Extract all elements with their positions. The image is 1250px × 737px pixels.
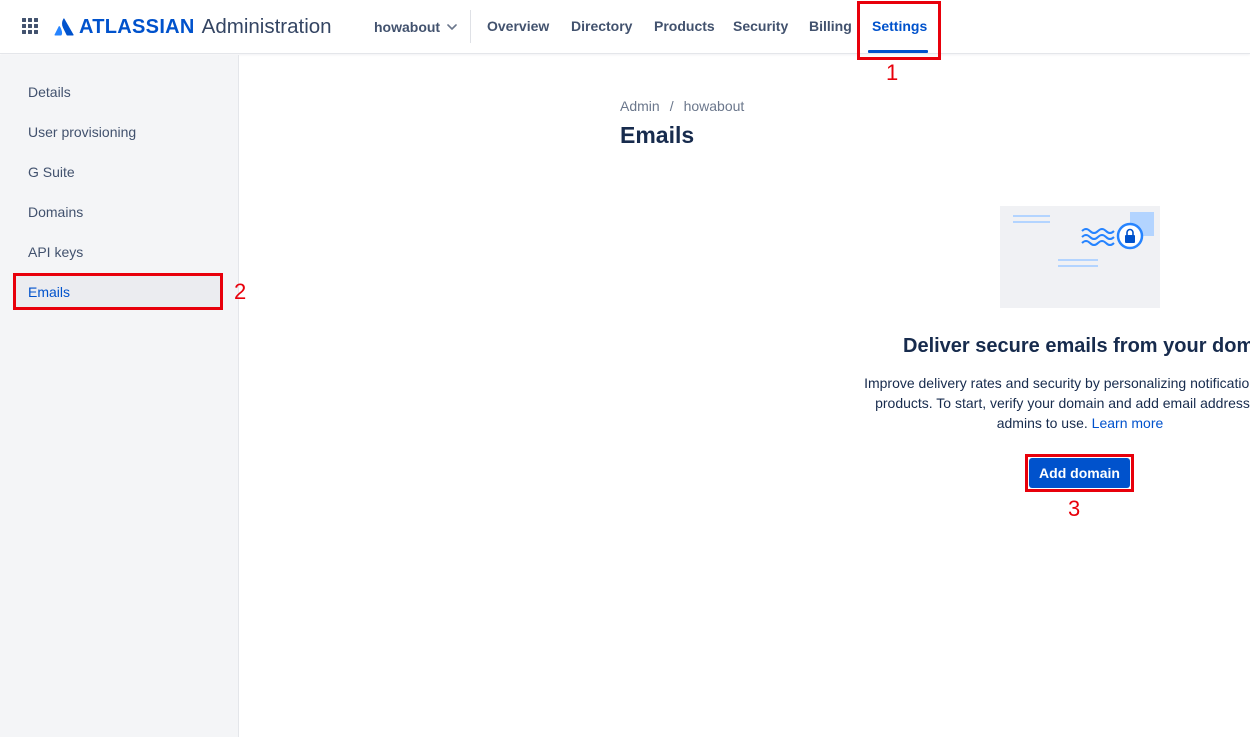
atlassian-logo[interactable]: ATLASSIAN Administration — [54, 14, 332, 40]
annotation-number-1: 1 — [886, 60, 899, 85]
empty-state-description: Improve delivery rates and security by p… — [840, 373, 1250, 435]
nav-overview[interactable]: Overview — [487, 18, 549, 34]
nav-products[interactable]: Products — [654, 18, 715, 34]
breadcrumb-separator: / — [669, 98, 674, 114]
annotation-box-2 — [13, 273, 223, 310]
sidebar-item-api-keys[interactable]: API keys — [14, 235, 222, 269]
sidebar-item-domains[interactable]: Domains — [14, 195, 222, 229]
annotation-box-3 — [1025, 454, 1134, 492]
annotation-number-3: 3 — [1068, 496, 1081, 521]
description-line-3: admins to use. — [996, 415, 1088, 431]
breadcrumb-admin[interactable]: Admin — [620, 98, 660, 114]
learn-more-link[interactable]: Learn more — [1092, 415, 1164, 431]
annotation-number-2: 2 — [234, 279, 247, 304]
settings-sidebar: Details User provisioning G Suite Domain… — [0, 55, 239, 737]
sidebar-item-g-suite[interactable]: G Suite — [14, 155, 222, 189]
top-navigation: ATLASSIAN Administration howabout Overvi… — [0, 0, 1250, 54]
secure-email-illustration — [1000, 206, 1160, 308]
org-switcher[interactable]: howabout — [374, 18, 457, 36]
brand-name: ATLASSIAN — [79, 15, 195, 38]
sidebar-item-user-provisioning[interactable]: User provisioning — [14, 115, 222, 149]
breadcrumb-org[interactable]: howabout — [684, 98, 745, 114]
nav-security[interactable]: Security — [733, 18, 788, 34]
description-line-2: products. To start, verify your domain a… — [875, 395, 1250, 411]
sidebar-item-details[interactable]: Details — [14, 75, 222, 109]
nav-billing[interactable]: Billing — [809, 18, 852, 34]
app-switcher-icon[interactable] — [22, 18, 39, 35]
nav-divider — [470, 10, 471, 43]
empty-state-heading: Deliver secure emails from your domain — [903, 335, 1250, 357]
atlassian-logo-icon — [54, 18, 74, 36]
breadcrumb: Admin / howabout — [620, 98, 744, 114]
nav-directory[interactable]: Directory — [571, 18, 632, 34]
annotation-box-1 — [857, 1, 941, 60]
product-name: Administration — [201, 15, 332, 38]
chevron-down-icon — [447, 24, 457, 30]
page-title: Emails — [620, 122, 695, 148]
org-name: howabout — [374, 19, 441, 35]
description-line-1: Improve delivery rates and security by p… — [864, 375, 1250, 391]
